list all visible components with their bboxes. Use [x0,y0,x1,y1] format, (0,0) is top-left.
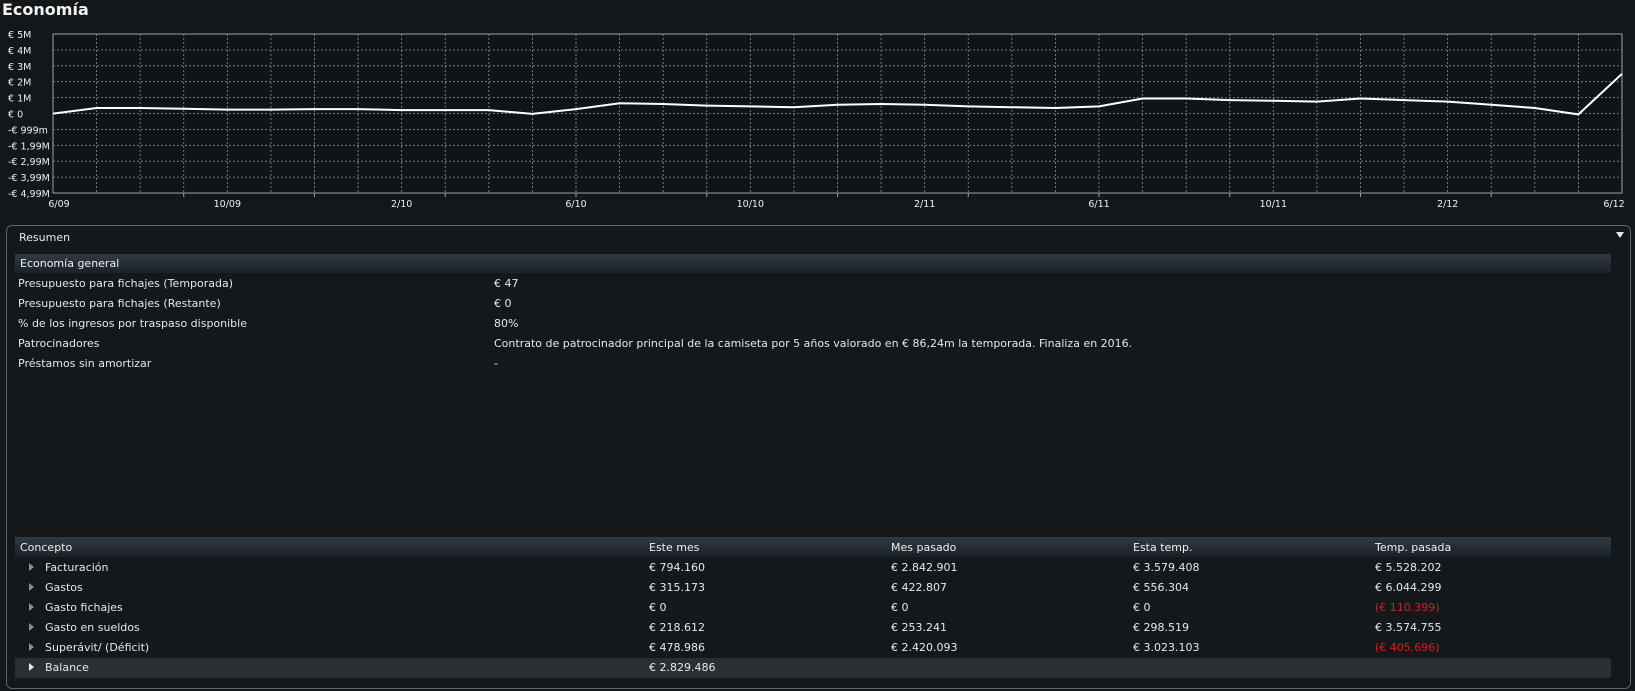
y-tick-label: -€ 1,99M [8,141,50,152]
row-concept: Facturación [45,561,109,574]
finance-table-header: Concepto Este mes Mes pasado Esta temp. … [15,537,1611,557]
row-value: € 298.519 [1133,621,1189,634]
y-tick-label: € 1M [8,94,31,105]
row-value: € 556.304 [1133,581,1189,594]
col-last-season[interactable]: Temp. pasada [1375,541,1451,554]
summary-row-label: Presupuesto para fichajes (Temporada) [18,277,234,290]
y-tick-label: € 4M [8,46,31,57]
table-row[interactable]: Facturación € 794.160 € 2.842.901 € 3.579.4… [15,558,1611,578]
x-tick-label: 6/12 [1603,199,1624,210]
row-value: (€ 110.399) [1375,601,1440,614]
summary-row-value: 80% [494,317,519,330]
row-value: € 2.842.901 [891,561,958,574]
summary-row-value: Contrato de patrocinador principal de la… [494,337,1133,350]
row-value: € 422.807 [891,581,947,594]
row-concept: Gastos [45,581,83,594]
table-row[interactable]: Gasto en sueldos € 218.612 € 253.241 € 298.… [15,618,1611,638]
row-value: € 0 [649,601,667,614]
collapse-icon[interactable] [1616,232,1624,238]
summary-row-value: € 0 [494,297,512,310]
row-value: € 0 [1133,601,1151,614]
row-value: € 3.023.103 [1133,641,1200,654]
expand-arrow-icon[interactable] [29,583,34,591]
row-value: € 3.574.755 [1375,621,1442,634]
y-tick-label: -€ 3,99M [8,173,50,184]
col-this-season[interactable]: Esta temp. [1133,541,1193,554]
table-row[interactable]: Gasto fichajes € 0 € 0 € 0 (€ 110.399) [15,598,1611,618]
summary-row-label: Patrocinadores [18,337,100,350]
y-tick-label: € 0 [8,110,23,121]
economy-chart: € 5M € 4M € 3M € 2M € 1M € 0 -€ 999m -€ 1,99M -€… [8,30,1625,210]
row-value: € 218.612 [649,621,705,634]
x-tick-label: 10/09 [214,199,241,210]
col-concept[interactable]: Concepto [20,541,72,554]
table-row[interactable]: Superávit/ (Déficit) € 478.986 € 2.420.093… [15,638,1611,658]
x-tick-label: 2/11 [914,199,935,210]
summary-row-label: Préstamos sin amortizar [18,357,152,370]
balance-row[interactable]: Balance € 2.829.486 [15,658,1611,678]
x-tick-label: 6/09 [48,199,69,210]
row-value: (€ 405.696) [1375,641,1440,654]
col-last-month[interactable]: Mes pasado [891,541,956,554]
y-tick-label: -€ 999m [8,125,48,136]
summary-row-value: - [494,357,498,370]
y-tick-label: -€ 4,99M [8,189,50,200]
row-value: € 253.241 [891,621,947,634]
col-this-month[interactable]: Este mes [649,541,699,554]
x-tick-label: 6/11 [1088,199,1109,210]
summary-header[interactable]: Resumen [19,231,70,244]
row-value: € 6.044.299 [1375,581,1442,594]
summary-row-label: Presupuesto para fichajes (Restante) [18,297,221,310]
y-tick-label: € 5M [8,30,31,41]
summary-row-value: € 47 [494,277,519,290]
row-value: € 794.160 [649,561,705,574]
y-tick-label: € 3M [8,62,31,73]
expand-arrow-icon[interactable] [29,623,34,631]
balance-value: € 2.829.486 [649,661,716,674]
row-value: € 315.173 [649,581,705,594]
general-economy-header: Economía general [15,254,1611,273]
y-tick-label: € 2M [8,78,31,89]
row-concept: Gasto en sueldos [45,621,140,634]
x-tick-label: 2/10 [391,199,412,210]
x-tick-label: 2/12 [1437,199,1458,210]
expand-arrow-icon[interactable] [29,643,34,651]
summary-row-label: % de los ingresos por traspaso disponibl… [18,317,247,330]
x-tick-label: 6/10 [565,199,586,210]
row-value: € 478.986 [649,641,705,654]
row-value: € 0 [891,601,909,614]
x-tick-label: 10/10 [737,199,764,210]
y-tick-label: -€ 2,99M [8,157,50,168]
expand-arrow-icon[interactable] [29,563,34,571]
expand-arrow-icon[interactable] [29,603,34,611]
x-tick-label: 10/11 [1260,199,1287,210]
balance-label: Balance [45,661,89,674]
row-value: € 3.579.408 [1133,561,1200,574]
expand-arrow-icon[interactable] [29,663,34,671]
row-concept: Superávit/ (Déficit) [45,641,150,654]
row-value: € 5.528.202 [1375,561,1442,574]
row-value: € 2.420.093 [891,641,958,654]
table-row[interactable]: Gastos € 315.173 € 422.807 € 556.304 € 6.044… [15,578,1611,598]
row-concept: Gasto fichajes [45,601,123,614]
